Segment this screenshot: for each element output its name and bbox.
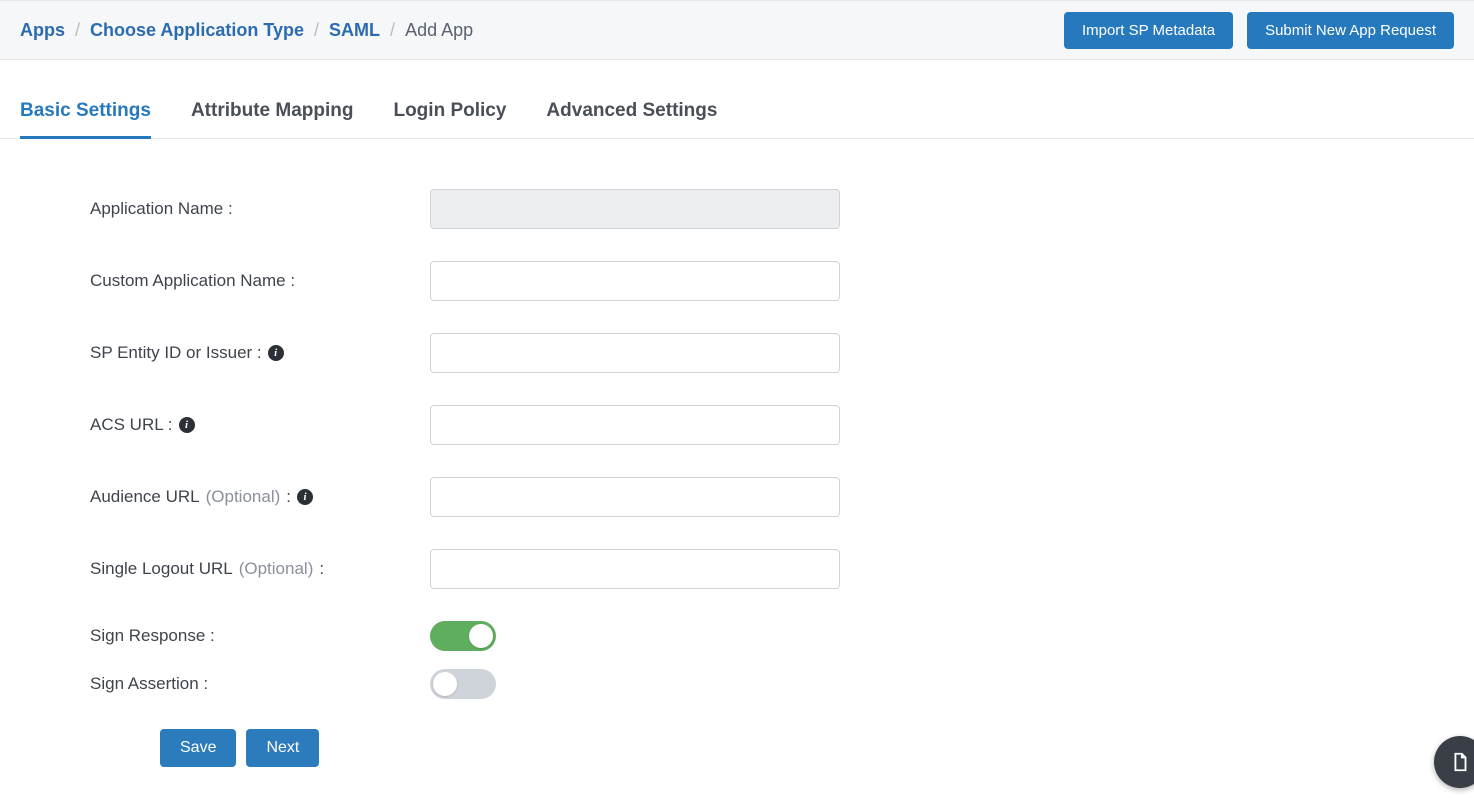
row-sp-entity-id: SP Entity ID or Issuer : i: [90, 333, 1010, 373]
label-audience-url: Audience URL (Optional) : i: [90, 487, 430, 507]
breadcrumb-saml[interactable]: SAML: [329, 20, 380, 41]
breadcrumb-apps[interactable]: Apps: [20, 20, 65, 41]
toggle-knob: [469, 624, 493, 648]
info-icon[interactable]: i: [179, 417, 195, 433]
row-audience-url: Audience URL (Optional) : i: [90, 477, 1010, 517]
form-footer: Save Next: [90, 729, 1010, 767]
import-sp-metadata-button[interactable]: Import SP Metadata: [1064, 12, 1233, 49]
next-button[interactable]: Next: [246, 729, 319, 767]
info-icon[interactable]: i: [268, 345, 284, 361]
tab-basic-settings[interactable]: Basic Settings: [20, 100, 151, 139]
tab-attribute-mapping[interactable]: Attribute Mapping: [191, 100, 354, 139]
save-button[interactable]: Save: [160, 729, 236, 767]
application-name-input: [430, 189, 840, 229]
breadcrumb-sep: /: [75, 20, 80, 41]
sp-entity-id-input[interactable]: [430, 333, 840, 373]
single-logout-url-input[interactable]: [430, 549, 840, 589]
label-acs-url: ACS URL : i: [90, 415, 430, 435]
submit-new-app-request-button[interactable]: Submit New App Request: [1247, 12, 1454, 49]
breadcrumb-sep: /: [314, 20, 319, 41]
label-sign-assertion: Sign Assertion :: [90, 674, 430, 694]
breadcrumb-current: Add App: [405, 20, 473, 41]
sign-assertion-toggle[interactable]: [430, 669, 496, 699]
tab-login-policy[interactable]: Login Policy: [393, 100, 506, 139]
label-application-name: Application Name :: [90, 199, 430, 219]
row-sign-assertion: Sign Assertion :: [90, 669, 1010, 699]
breadcrumb-choose-type[interactable]: Choose Application Type: [90, 20, 304, 41]
toggle-knob: [433, 672, 457, 696]
row-custom-application-name: Custom Application Name :: [90, 261, 1010, 301]
label-single-logout-url: Single Logout URL (Optional) :: [90, 559, 430, 579]
sign-response-toggle[interactable]: [430, 621, 496, 651]
audience-url-input[interactable]: [430, 477, 840, 517]
row-single-logout-url: Single Logout URL (Optional) :: [90, 549, 1010, 589]
row-application-name: Application Name :: [90, 189, 1010, 229]
topbar-actions: Import SP Metadata Submit New App Reques…: [1064, 12, 1454, 49]
acs-url-input[interactable]: [430, 405, 840, 445]
breadcrumb-sep: /: [390, 20, 395, 41]
label-sp-entity-id: SP Entity ID or Issuer : i: [90, 343, 430, 363]
label-sign-response: Sign Response :: [90, 626, 430, 646]
breadcrumb: Apps / Choose Application Type / SAML / …: [20, 20, 473, 41]
tab-advanced-settings[interactable]: Advanced Settings: [546, 100, 717, 139]
row-sign-response: Sign Response :: [90, 621, 1010, 651]
form-basic-settings: Application Name : Custom Application Na…: [0, 139, 1100, 807]
floating-action-button[interactable]: [1434, 736, 1474, 788]
top-bar: Apps / Choose Application Type / SAML / …: [0, 0, 1474, 60]
tabs: Basic Settings Attribute Mapping Login P…: [0, 100, 1474, 139]
info-icon[interactable]: i: [297, 489, 313, 505]
label-custom-application-name: Custom Application Name :: [90, 271, 430, 291]
document-icon: [1449, 751, 1471, 773]
row-acs-url: ACS URL : i: [90, 405, 1010, 445]
custom-application-name-input[interactable]: [430, 261, 840, 301]
